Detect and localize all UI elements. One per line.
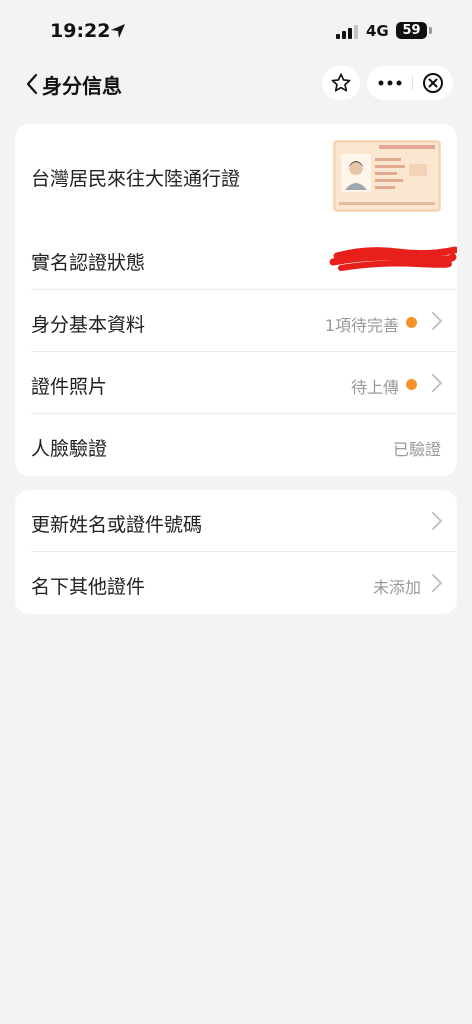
other-documents-status: 未添加 bbox=[372, 578, 421, 597]
face-verification-row: 人臉驗證 已驗證 bbox=[15, 414, 457, 476]
more-button[interactable] bbox=[367, 66, 413, 100]
chevron-right-icon bbox=[431, 373, 443, 397]
pending-dot bbox=[406, 379, 417, 390]
other-documents-row[interactable]: 名下其他證件 未添加 bbox=[15, 552, 457, 614]
chevron-right-icon bbox=[431, 573, 443, 597]
basic-info-row[interactable]: 身分基本資料 1項待完善 bbox=[15, 290, 457, 352]
cellular-signal-icon bbox=[336, 24, 360, 43]
redaction-scribble bbox=[327, 242, 457, 280]
location-arrow-icon bbox=[110, 23, 126, 43]
update-name-row[interactable]: 更新姓名或證件號碼 bbox=[15, 490, 457, 552]
other-documents-label: 名下其他證件 bbox=[31, 576, 146, 598]
id-document-title: 台灣居民來往大陸通行證 bbox=[31, 168, 241, 190]
verification-status-label: 實名認證狀態 bbox=[31, 252, 146, 274]
identity-card: 台灣居民來往大陸通行證 實名認證狀態 身分基本資料 1項待完善 證件照片 待上傳… bbox=[15, 124, 457, 476]
update-name-label: 更新姓名或證件號碼 bbox=[31, 514, 203, 536]
chevron-left-icon bbox=[26, 73, 38, 95]
id-photo-row[interactable]: 證件照片 待上傳 bbox=[15, 352, 457, 414]
face-verification-label: 人臉驗證 bbox=[31, 438, 108, 460]
chevron-right-icon bbox=[431, 511, 443, 535]
close-button[interactable] bbox=[414, 66, 452, 100]
favorite-button[interactable] bbox=[322, 66, 360, 100]
star-icon bbox=[331, 73, 351, 92]
basic-info-label: 身分基本資料 bbox=[31, 314, 146, 336]
verification-status-row[interactable]: 實名認證狀態 bbox=[15, 228, 457, 290]
id-document-row[interactable]: 台灣居民來往大陸通行證 bbox=[15, 124, 457, 228]
chevron-right-icon bbox=[431, 311, 443, 335]
id-photo-label: 證件照片 bbox=[31, 376, 108, 398]
other-actions-card: 更新姓名或證件號碼 名下其他證件 未添加 bbox=[15, 490, 457, 614]
close-circle-icon bbox=[423, 73, 443, 93]
nav-bar: 身分信息 bbox=[0, 64, 472, 104]
network-type: 4G bbox=[366, 22, 389, 40]
id-document-thumbnail[interactable] bbox=[333, 140, 441, 212]
page-title: 身分信息 bbox=[42, 74, 122, 98]
status-time: 19:22 bbox=[50, 20, 111, 42]
battery-tip bbox=[429, 27, 432, 34]
basic-info-status: 1項待完善 bbox=[324, 316, 399, 335]
battery-icon: 59 bbox=[396, 22, 427, 39]
pending-dot bbox=[406, 317, 417, 328]
id-photo-status: 待上傳 bbox=[350, 378, 399, 397]
capsule-divider bbox=[412, 76, 413, 90]
mini-program-capsule bbox=[367, 66, 453, 100]
more-dots-icon bbox=[378, 80, 402, 86]
status-bar: 19:22 4G 59 bbox=[0, 0, 472, 64]
face-verification-status: 已驗證 bbox=[392, 440, 441, 459]
